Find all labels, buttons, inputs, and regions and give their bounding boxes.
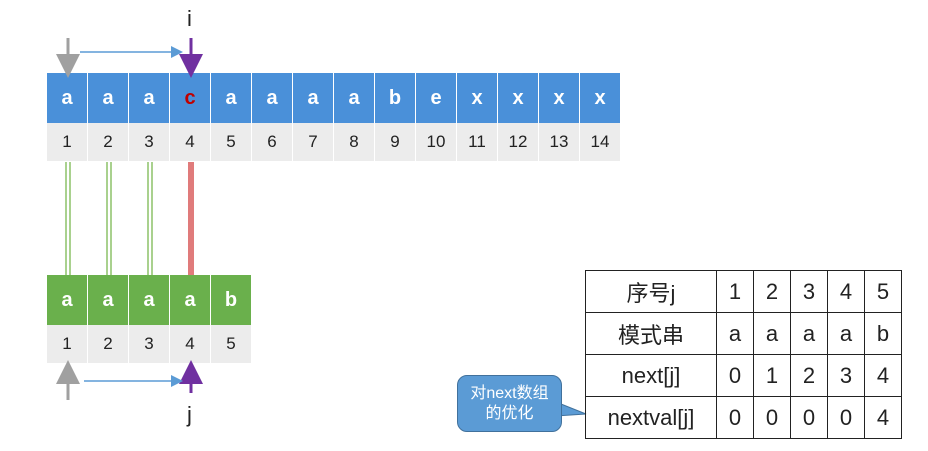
table-cell: 1	[753, 354, 791, 397]
table-row: 模式串 a a a a b	[585, 312, 902, 355]
match-line	[147, 162, 153, 275]
row-header: 序号j	[585, 270, 717, 313]
table-cell: 0	[753, 396, 791, 439]
table-row: 序号j 1 2 3 4 5	[585, 270, 902, 313]
table-cell: 0	[716, 354, 754, 397]
row-header: next[j]	[585, 354, 717, 397]
table-cell: a	[753, 312, 791, 355]
row-header: 模式串	[585, 312, 717, 355]
table-row: nextval[j] 0 0 0 0 4	[585, 396, 902, 439]
table-row: next[j] 0 1 2 3 4	[585, 354, 902, 397]
table-cell: 0	[716, 396, 754, 439]
table-cell: 2	[753, 270, 791, 313]
table-cell: 0	[827, 396, 865, 439]
table-cell: 2	[790, 354, 828, 397]
callout-box: 对next数组的优化	[457, 375, 562, 432]
j-pointer-label: j	[187, 402, 192, 427]
table-cell: 4	[864, 396, 902, 439]
table-cell: 1	[716, 270, 754, 313]
table-cell: a	[790, 312, 828, 355]
table-cell: b	[864, 312, 902, 355]
i-pointer-label: i	[187, 6, 192, 31]
callout-text: 对next数组的优化	[470, 384, 549, 422]
table-cell: 3	[827, 354, 865, 397]
table-cell: 4	[864, 354, 902, 397]
table-cell: a	[827, 312, 865, 355]
row-header: nextval[j]	[585, 396, 717, 439]
table-cell: a	[716, 312, 754, 355]
match-line	[65, 162, 71, 275]
match-line	[106, 162, 112, 275]
table-cell: 4	[827, 270, 865, 313]
table-cell: 3	[790, 270, 828, 313]
table-cell: 0	[790, 396, 828, 439]
next-table: 序号j 1 2 3 4 5 模式串 a a a a b next[j] 0 1 …	[585, 270, 902, 439]
table-cell: 5	[864, 270, 902, 313]
